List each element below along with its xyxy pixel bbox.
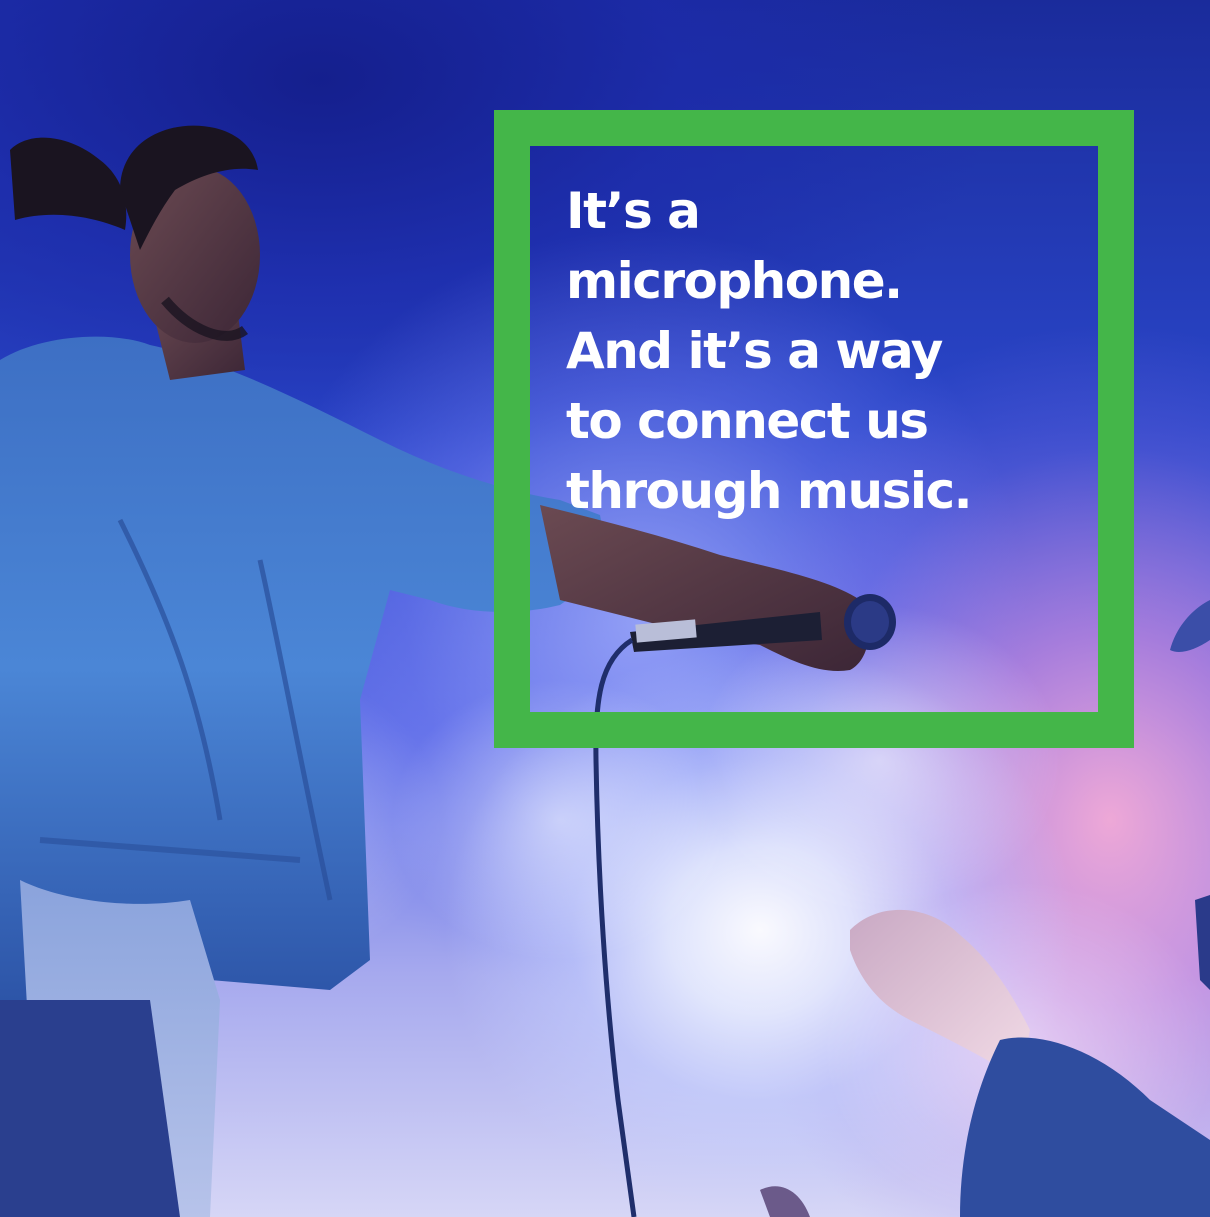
headline-line-3: And it’s a way <box>566 322 943 380</box>
ad-canvas: It’s a microphone. And it’s a way to con… <box>0 0 1210 1217</box>
headline-line-1: It’s a <box>566 182 701 240</box>
headline-line-2: microphone. <box>566 252 903 310</box>
headline: It’s a microphone. And it’s a way to con… <box>566 176 1086 526</box>
headline-line-4: to connect us <box>566 392 929 450</box>
headline-line-5: through music. <box>566 462 973 520</box>
